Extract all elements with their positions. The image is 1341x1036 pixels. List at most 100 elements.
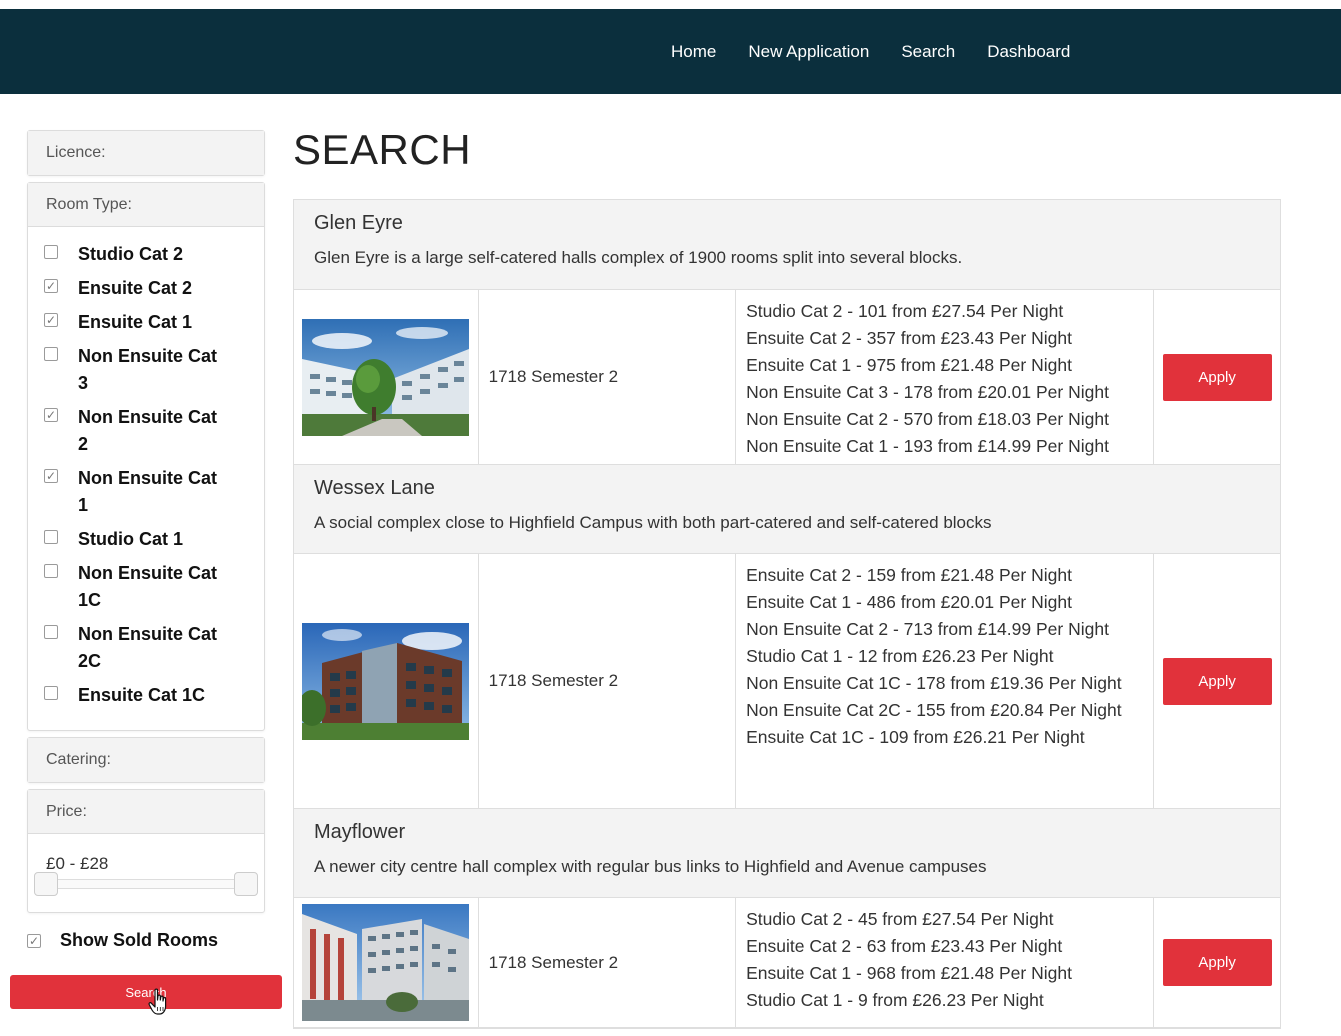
room-type-label: Non Ensuite Cat 1C [78,563,218,610]
room-availability-line: Ensuite Cat 2 - 357 from £23.43 Per Nigh… [746,328,1072,348]
price-panel-header[interactable]: Price: [28,790,264,834]
room-type-label: Studio Cat 2 [78,244,184,264]
room-availability-list: Ensuite Cat 2 - 159 from £21.48 Per Nigh… [736,554,1155,808]
room-availability-line: Studio Cat 2 - 101 from £27.54 Per Night [746,301,1064,321]
hall-description: Glen Eyre is a large self-catered halls … [314,248,963,267]
catering-panel: Catering: [27,737,265,783]
room-availability-line: Ensuite Cat 2 - 159 from £21.48 Per Nigh… [746,565,1072,585]
hall-name: Mayflower [314,821,406,843]
room-availability-line: Ensuite Cat 2 - 63 from £23.43 Per Night [746,936,1063,956]
room-type-checkbox[interactable]: ✓ [44,408,58,422]
room-type-panel: Room Type: Studio Cat 2 ✓ Ensuite Cat 2 ✓ En… [27,182,265,731]
price-slider-min-handle[interactable] [34,872,58,896]
semester-cell: 1718 Semester 2 [479,898,737,1027]
room-type-checkbox[interactable]: ✓ [44,313,58,327]
room-availability-list: Studio Cat 2 - 45 from £27.54 Per Night E… [736,898,1155,1027]
room-availability-line: Non Ensuite Cat 1C - 178 from £19.36 Per… [746,673,1122,693]
price-filter: £0 - £28 [28,834,264,912]
room-availability-line: Studio Cat 1 - 9 from £26.23 Per Night [746,990,1044,1010]
price-slider-max-handle[interactable] [234,872,258,896]
filter-sidebar: Licence: Room Type: Studio Cat 2 ✓ Ensuite… [27,130,265,919]
nav-search[interactable]: Search [885,42,971,62]
room-type-checkbox[interactable] [44,530,58,544]
room-availability-line: Non Ensuite Cat 1 - 193 from £14.99 Per … [746,436,1109,456]
apply-cell: Apply [1154,554,1280,808]
room-type-option[interactable]: Studio Cat 2 [44,241,264,268]
room-type-label: Ensuite Cat 1C [78,685,206,705]
hall-image-cell [294,898,479,1027]
show-sold-rooms-checkbox[interactable]: ✓ [27,933,41,948]
hall-photo-wessex-lane [302,622,470,740]
room-availability-line: Ensuite Cat 1 - 975 from £21.48 Per Nigh… [746,355,1072,375]
hall-header: Glen Eyre Glen Eyre is a large self-cate… [294,200,1280,290]
show-sold-rooms-row: ✓ Show Sold Rooms [27,930,218,951]
room-availability-line: Non Ensuite Cat 2 - 570 from £18.03 Per … [746,409,1109,429]
show-sold-rooms-label: Show Sold Rooms [60,930,219,950]
nav-home[interactable]: Home [655,42,732,62]
room-availability-line: Ensuite Cat 1 - 968 from £21.48 Per Nigh… [746,963,1072,983]
room-type-option[interactable]: Studio Cat 1 [44,526,264,553]
hall-header: Wessex Lane A social complex close to Hi… [294,465,1280,554]
catering-panel-header[interactable]: Catering: [28,738,264,782]
semester-cell: 1718 Semester 2 [479,554,737,808]
room-type-option[interactable]: Non Ensuite Cat 1C [44,560,264,614]
hall-header: Mayflower A newer city centre hall compl… [294,809,1280,898]
room-type-label: Non Ensuite Cat 2 [78,407,218,454]
hall-image-cell [294,290,479,464]
room-availability-line: Studio Cat 1 - 12 from £26.23 Per Night [746,646,1054,666]
price-slider-track[interactable] [38,879,250,889]
search-button[interactable]: Search [10,975,282,1009]
apply-cell: Apply [1154,898,1280,1027]
room-availability-line: Ensuite Cat 1C - 109 from £26.21 Per Nig… [746,727,1085,747]
hall-row: 1718 Semester 2 Studio Cat 2 - 101 from … [294,290,1280,465]
room-type-option[interactable]: Non Ensuite Cat 2C [44,621,264,675]
room-type-label: Non Ensuite Cat 3 [78,346,218,393]
page-title: SEARCH [293,126,472,173]
room-type-option[interactable]: ✓ Ensuite Cat 1 [44,309,264,336]
room-type-checkbox[interactable]: ✓ [44,279,58,293]
room-type-checkbox[interactable] [44,564,58,578]
room-type-option[interactable]: ✓ Non Ensuite Cat 1 [44,465,264,519]
licence-panel-header[interactable]: Licence: [28,131,264,175]
room-type-label: Non Ensuite Cat 2C [78,624,218,671]
hall-name: Glen Eyre [314,212,403,234]
room-type-option[interactable]: Non Ensuite Cat 3 [44,343,264,397]
top-navbar: Home New Application Search Dashboard [0,9,1341,94]
room-type-option[interactable]: ✓ Ensuite Cat 2 [44,275,264,302]
room-availability-list: Studio Cat 2 - 101 from £27.54 Per Night… [736,290,1155,464]
apply-button[interactable]: Apply [1162,657,1272,705]
room-type-label: Ensuite Cat 2 [78,278,193,298]
price-range-value: £0 - £28 [46,854,109,873]
room-type-option[interactable]: Ensuite Cat 1C [44,682,264,709]
apply-button[interactable]: Apply [1162,353,1272,401]
room-type-label: Non Ensuite Cat 1 [78,468,218,515]
nav-dashboard[interactable]: Dashboard [971,42,1086,62]
price-panel: Price: £0 - £28 [27,789,265,913]
room-availability-line: Ensuite Cat 1 - 486 from £20.01 Per Nigh… [746,592,1072,612]
hall-name: Wessex Lane [314,477,435,499]
room-type-label: Studio Cat 1 [78,529,184,549]
room-type-label: Ensuite Cat 1 [78,312,193,332]
hall-photo-glen-eyre [302,318,470,436]
hand-cursor-icon [148,988,167,1015]
apply-cell: Apply [1154,290,1280,464]
room-availability-line: Studio Cat 2 - 45 from £27.54 Per Night [746,909,1054,929]
room-availability-line: Non Ensuite Cat 2 - 713 from £14.99 Per … [746,619,1109,639]
room-type-panel-header[interactable]: Room Type: [28,183,264,227]
room-availability-line: Non Ensuite Cat 2C - 155 from £20.84 Per… [746,700,1122,720]
room-type-checkbox[interactable] [44,686,58,700]
room-type-checkbox[interactable]: ✓ [44,469,58,483]
room-availability-line: Non Ensuite Cat 3 - 178 from £20.01 Per … [746,382,1109,402]
room-type-checkbox[interactable] [44,347,58,361]
room-type-option[interactable]: ✓ Non Ensuite Cat 2 [44,404,264,458]
hall-description: A newer city centre hall complex with re… [314,857,987,876]
hall-row: 1718 Semester 2 Studio Cat 2 - 45 from £… [294,898,1280,1028]
hall-description: A social complex close to Highfield Camp… [314,513,992,532]
hall-image-cell [294,554,479,808]
hall-photo-mayflower [302,904,470,1021]
nav-new-application[interactable]: New Application [732,42,885,62]
apply-button[interactable]: Apply [1162,939,1272,986]
room-type-checkbox[interactable] [44,625,58,639]
room-type-checkbox[interactable] [44,245,58,259]
hall-row: 1718 Semester 2 Ensuite Cat 2 - 159 from… [294,554,1280,809]
